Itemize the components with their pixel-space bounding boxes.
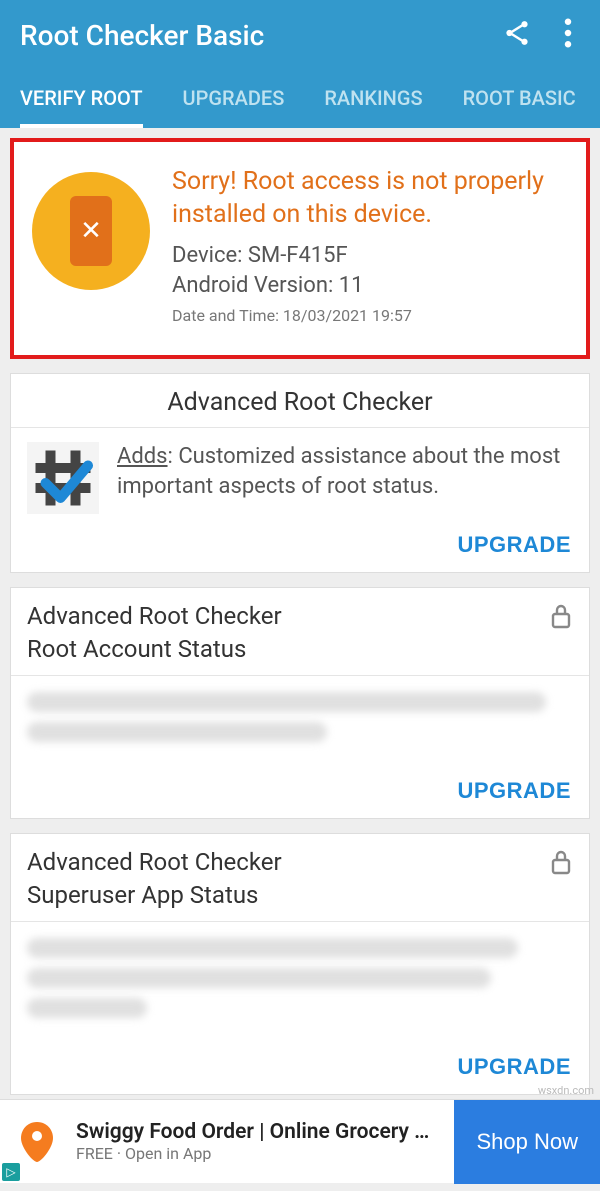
lock-icon (549, 602, 573, 634)
adds-label: Adds (117, 444, 168, 469)
ad-text: Swiggy Food Order | Online Grocery … FRE… (66, 1120, 454, 1163)
upgrade-button[interactable]: UPGRADE (457, 778, 571, 804)
root-account-status-card: Advanced Root Checker Root Account Statu… (10, 587, 590, 819)
upgrade-button[interactable]: UPGRADE (457, 1054, 571, 1080)
superuser-app-status-card: Advanced Root Checker Superuser App Stat… (10, 833, 590, 1095)
ad-banner[interactable]: ▷ Swiggy Food Order | Online Grocery … F… (0, 1099, 600, 1183)
ad-logo-icon (8, 1113, 66, 1171)
locked-card-title: Advanced Root Checker Superuser App Stat… (27, 846, 282, 911)
phone-x-icon: ✕ (70, 196, 112, 266)
locked-title-line1: Advanced Root Checker (27, 848, 282, 876)
overflow-menu-icon[interactable] (564, 18, 572, 52)
locked-card-title: Advanced Root Checker Root Account Statu… (27, 600, 282, 665)
locked-title-line2: Superuser App Status (27, 881, 258, 909)
tab-verify-root[interactable]: VERIFY ROOT (20, 76, 143, 128)
advanced-card-title: Advanced Root Checker (11, 374, 589, 428)
root-status-text: Sorry! Root access is not properly insta… (172, 166, 568, 325)
tab-bar: VERIFY ROOT UPGRADES RANKINGS ROOT BASIC (20, 76, 580, 128)
ad-cta-button[interactable]: Shop Now (454, 1100, 600, 1184)
blurred-text-line (27, 998, 147, 1018)
ad-subtitle: FREE · Open in App (76, 1144, 444, 1163)
locked-card-footer: UPGRADE (11, 768, 589, 818)
device-line: Device: SM-F415F (172, 241, 568, 271)
app-bar: Root Checker Basic VERIFY ROOT UPGRADES … (0, 0, 600, 128)
blurred-text-line (27, 722, 327, 742)
watermark: wsxdn.com (538, 1084, 594, 1097)
advanced-root-checker-card: Advanced Root Checker Adds: Customized a… (10, 373, 590, 573)
blurred-text-line (27, 692, 546, 712)
advanced-card-description: Adds: Customized assistance about the mo… (117, 442, 573, 501)
locked-title-line2: Root Account Status (27, 635, 246, 663)
ad-title: Swiggy Food Order | Online Grocery … (76, 1120, 444, 1144)
locked-title-line1: Advanced Root Checker (27, 602, 282, 630)
share-icon[interactable] (502, 18, 532, 52)
app-bar-top: Root Checker Basic (20, 18, 580, 76)
android-version-line: Android Version: 11 (172, 271, 568, 301)
blurred-text-line (27, 968, 491, 988)
root-status-card: ✕ Sorry! Root access is not properly ins… (10, 138, 590, 359)
locked-blur-body (11, 922, 589, 1044)
hash-check-icon (27, 442, 99, 514)
app-bar-actions (502, 18, 580, 52)
app-title: Root Checker Basic (20, 19, 264, 52)
tab-upgrades[interactable]: UPGRADES (183, 76, 285, 128)
locked-card-header: Advanced Root Checker Superuser App Stat… (11, 834, 589, 922)
datetime-line: Date and Time: 18/03/2021 19:57 (172, 306, 568, 325)
root-status-message: Sorry! Root access is not properly insta… (172, 166, 568, 231)
locked-blur-body (11, 676, 589, 768)
lock-icon (549, 848, 573, 880)
upgrade-button[interactable]: UPGRADE (457, 532, 571, 558)
locked-card-header: Advanced Root Checker Root Account Statu… (11, 588, 589, 676)
locked-card-footer: UPGRADE (11, 1044, 589, 1094)
tab-root-basic[interactable]: ROOT BASIC (463, 76, 576, 128)
adds-rest: : Customized assistance about the most i… (117, 444, 560, 499)
tab-rankings[interactable]: RANKINGS (324, 76, 422, 128)
root-status-icon: ✕ (32, 172, 150, 290)
advanced-card-footer: UPGRADE (11, 522, 589, 572)
advanced-card-body: Adds: Customized assistance about the mo… (11, 428, 589, 522)
content-area: ✕ Sorry! Root access is not properly ins… (0, 128, 600, 1191)
ad-badge-icon: ▷ (2, 1163, 20, 1181)
blurred-text-line (27, 938, 518, 958)
